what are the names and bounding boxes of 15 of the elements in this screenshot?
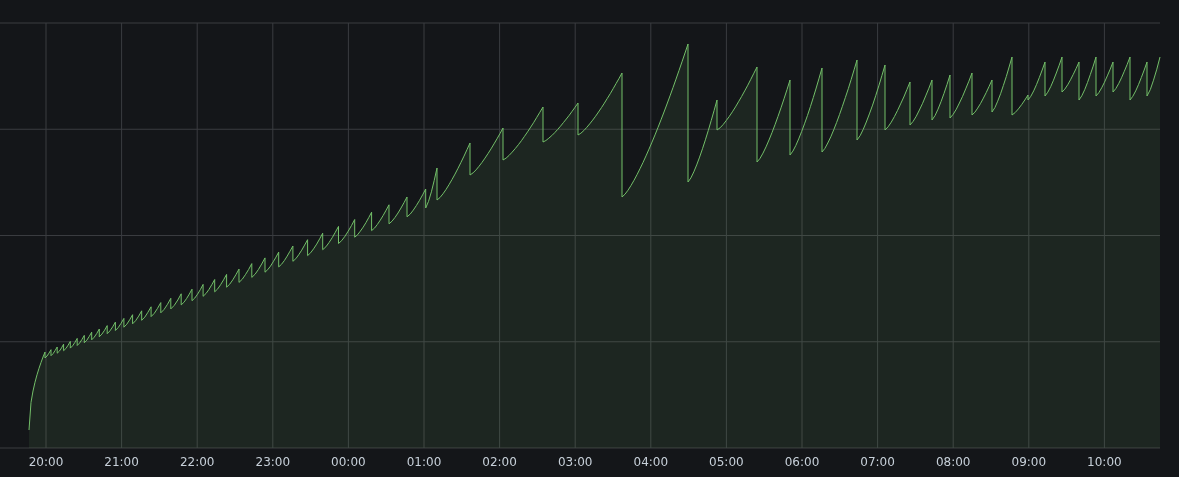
axis-label: 20:00 — [28, 455, 64, 469]
axis-label: 04:00 — [633, 455, 669, 469]
axis-label: 06:00 — [784, 455, 820, 469]
axis-label: 09:00 — [1011, 455, 1047, 469]
axis-label: 07:00 — [860, 455, 895, 469]
axis-label: 08:00 — [935, 455, 971, 469]
axis-label: 10:00 — [1087, 455, 1122, 469]
axis-label: 05:00 — [709, 455, 744, 469]
axis-label: 03:00 — [557, 455, 593, 469]
axis-label: 02:00 — [482, 455, 517, 469]
axis-label: 00:00 — [331, 455, 366, 469]
axis-label: 23:00 — [255, 455, 291, 469]
axis-label: 21:00 — [104, 455, 139, 469]
axis-label: 01:00 — [406, 455, 442, 469]
axis-label: 22:00 — [179, 455, 215, 469]
